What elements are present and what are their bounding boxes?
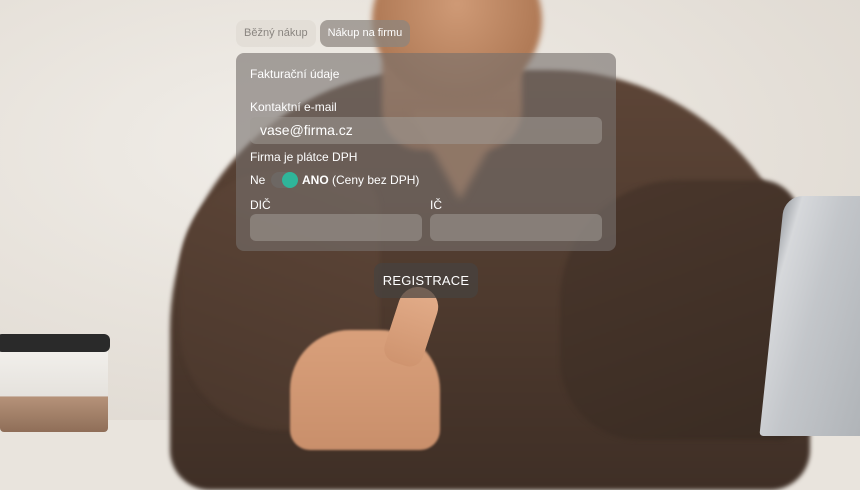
toggle-off-label: Ne	[250, 173, 266, 187]
email-label: Kontaktní e-mail	[250, 100, 337, 114]
email-field[interactable]: vase@firma.cz	[250, 117, 602, 144]
toggle-on-note: (Ceny bez DPH)	[332, 173, 420, 187]
toggle-on-label-group: ANO (Ceny bez DPH)	[302, 173, 419, 187]
ic-label: IČ	[430, 198, 442, 212]
vat-payer-label: Firma je plátce DPH	[250, 150, 358, 164]
panel-title: Fakturační údaje	[250, 67, 340, 81]
purchase-type-tabs: Běžný nákup Nákup na firmu	[236, 20, 411, 47]
tab-company-purchase[interactable]: Nákup na firmu	[319, 20, 411, 47]
coffee-cup	[0, 342, 108, 432]
coffee-cup-lid	[0, 334, 110, 352]
tab-regular-purchase[interactable]: Běžný nákup	[236, 20, 316, 47]
dic-field[interactable]	[250, 214, 422, 241]
toggle-on-label: ANO	[302, 173, 329, 187]
dic-label: DIČ	[250, 198, 271, 212]
register-button[interactable]: REGISTRACE	[374, 263, 478, 298]
toggle-knob	[282, 172, 298, 188]
ic-field[interactable]	[430, 214, 602, 241]
vat-payer-toggle[interactable]	[271, 172, 298, 188]
billing-panel: Fakturační údaje Kontaktní e-mail vase@f…	[236, 53, 616, 251]
